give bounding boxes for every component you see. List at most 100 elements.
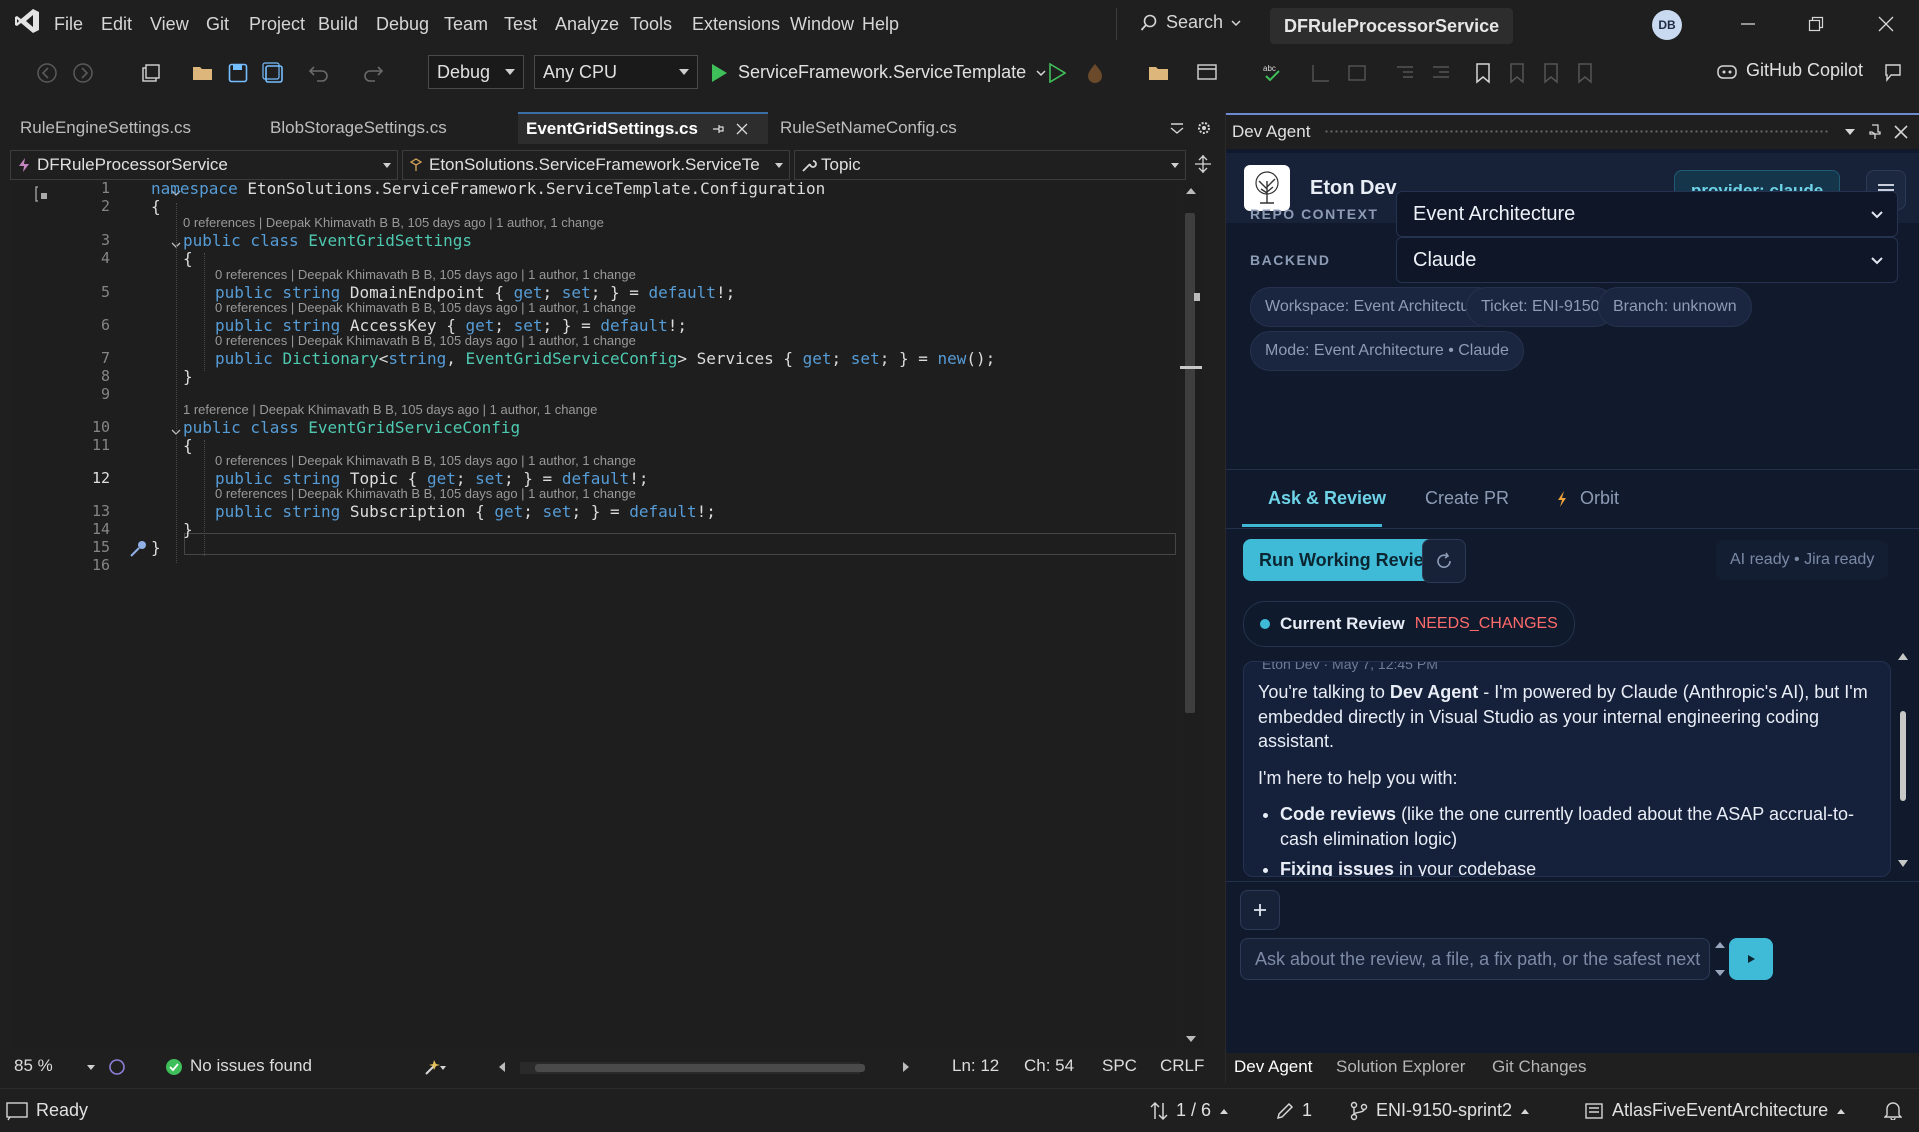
scroll-right-icon[interactable] (902, 1061, 910, 1073)
user-avatar[interactable]: DB (1652, 10, 1682, 40)
save-all-icon[interactable] (260, 60, 286, 86)
tab-rule-set-name-config[interactable]: RuleSetNameConfig.cs (772, 112, 1022, 144)
menu-project[interactable]: Project (249, 14, 305, 35)
codelens[interactable]: 0 references | Deepak Khimavath B B, 105… (215, 486, 636, 501)
save-icon[interactable] (225, 60, 251, 86)
scrollbar-thumb[interactable] (535, 1064, 865, 1072)
drag-handle[interactable] (1324, 129, 1830, 135)
menu-window[interactable]: Window (790, 14, 854, 35)
line-ending-indicator[interactable]: CRLF (1160, 1056, 1204, 1076)
zoom-level[interactable]: 85 % (14, 1056, 53, 1076)
column-indicator[interactable]: Ch: 54 (1024, 1056, 1074, 1076)
branch-selector[interactable]: ENI-9150-sprint2 (1350, 1100, 1530, 1121)
notifications-bell-icon[interactable] (1884, 1100, 1902, 1120)
platform-select[interactable]: Any CPU (534, 55, 698, 89)
codelens[interactable]: 0 references | Deepak Khimavath B B, 105… (215, 300, 636, 315)
menu-file[interactable]: File (54, 14, 83, 35)
pin-icon[interactable] (712, 123, 724, 135)
tab-dev-agent[interactable]: Dev Agent (1234, 1057, 1312, 1077)
scroll-down-icon[interactable] (1185, 1035, 1197, 1043)
pending-edits[interactable]: 1 (1276, 1100, 1312, 1121)
menu-view[interactable]: View (150, 14, 189, 35)
close-window-icon[interactable] (1874, 12, 1898, 36)
tab-rule-engine-settings[interactable]: RuleEngineSettings.cs (12, 112, 262, 144)
pin-icon[interactable] (1868, 124, 1882, 140)
menu-tools[interactable]: Tools (630, 14, 672, 35)
previous-bookmark-icon[interactable] (1504, 60, 1530, 86)
navigate-forward-icon[interactable] (70, 60, 96, 86)
next-bookmark-icon[interactable] (1538, 60, 1564, 86)
codelens[interactable]: 0 references | Deepak Khimavath B B, 105… (215, 333, 636, 348)
undo-icon[interactable] (306, 60, 332, 86)
start-debugging-button[interactable]: ServiceFramework.ServiceTemplate (710, 62, 1046, 83)
restore-icon[interactable] (1804, 12, 1828, 36)
project-dropdown[interactable]: DFRuleProcessorService (10, 150, 398, 180)
minimize-icon[interactable] (1736, 12, 1760, 36)
tab-blob-storage-settings[interactable]: BlobStorageSettings.cs (262, 112, 518, 144)
editor-vertical-scrollbar[interactable] (1180, 183, 1202, 1048)
ai-assist-icon[interactable] (108, 1058, 126, 1076)
add-attachment-button[interactable] (1240, 890, 1280, 930)
github-copilot-button[interactable]: GitHub Copilot (1716, 60, 1863, 81)
tab-overflow-icon[interactable] (1170, 122, 1184, 134)
codelens[interactable]: 1 reference | Deepak Khimavath B B, 105 … (183, 402, 597, 417)
start-without-debugging-icon[interactable] (1044, 60, 1070, 86)
configuration-select[interactable]: Debug (428, 55, 524, 89)
whitespace-indicator[interactable]: SPC (1102, 1056, 1137, 1076)
codelens[interactable]: 0 references | Deepak Khimavath B B, 105… (183, 215, 604, 230)
codelens[interactable]: 0 references | Deepak Khimavath B B, 105… (215, 267, 636, 282)
repo-context-select[interactable]: Event Architecture (1396, 191, 1898, 237)
code-editor[interactable]: 1 2 3 4 5 6 7 8 9 10 11 12 13 14 15 16 n… (10, 179, 1178, 1048)
type-dropdown[interactable]: EtonSolutions.ServiceFramework.ServiceTe (402, 150, 790, 180)
close-panel-icon[interactable] (1894, 125, 1908, 139)
outline-icon[interactable] (1308, 60, 1334, 86)
menu-analyze[interactable]: Analyze (555, 14, 619, 35)
hot-reload-icon[interactable] (1082, 60, 1108, 86)
navigation-counter[interactable]: 1 / 6 (1150, 1100, 1229, 1121)
scrollbar-thumb[interactable] (1900, 711, 1906, 801)
tab-ask-review[interactable]: Ask & Review (1268, 488, 1386, 509)
scrollbar-thumb[interactable] (1185, 213, 1195, 713)
close-tab-icon[interactable] (736, 123, 748, 135)
menu-team[interactable]: Team (444, 14, 488, 35)
tab-create-pr[interactable]: Create PR (1425, 488, 1509, 509)
menu-extensions[interactable]: Extensions (692, 14, 780, 35)
code-cleanup-icon[interactable] (424, 1058, 446, 1076)
feedback-icon[interactable] (1880, 60, 1906, 86)
decrease-indent-icon[interactable] (1392, 60, 1418, 86)
comment-icon[interactable] (1344, 60, 1370, 86)
editor-horizontal-scrollbar[interactable] (520, 1062, 865, 1074)
member-dropdown[interactable]: Topic (794, 150, 1186, 180)
folder-view-icon[interactable] (1146, 60, 1172, 86)
settings-gear-icon[interactable] (1196, 120, 1212, 136)
chevron-down-icon[interactable] (86, 1064, 96, 1072)
panel-options-icon[interactable] (1844, 127, 1856, 137)
menu-edit[interactable]: Edit (101, 14, 132, 35)
new-project-icon[interactable] (138, 60, 164, 86)
split-editor-icon[interactable] (1194, 154, 1212, 174)
open-folder-icon[interactable] (190, 60, 216, 86)
redo-icon[interactable] (360, 60, 386, 86)
search-box[interactable]: Search (1140, 12, 1241, 33)
ready-status[interactable]: Ready (6, 1100, 88, 1121)
line-indicator[interactable]: Ln: 12 (952, 1056, 999, 1076)
chat-input[interactable]: Ask about the review, a file, a fix path… (1240, 938, 1710, 980)
visual-studio-logo-icon[interactable] (14, 8, 40, 34)
navigate-back-icon[interactable] (34, 60, 60, 86)
bookmark-icon[interactable] (1470, 60, 1496, 86)
menu-test[interactable]: Test (504, 14, 537, 35)
tab-solution-explorer[interactable]: Solution Explorer (1336, 1057, 1465, 1077)
menu-build[interactable]: Build (318, 14, 358, 35)
issues-status[interactable]: No issues found (190, 1056, 312, 1076)
chat-scrollbar[interactable] (1896, 651, 1910, 873)
repository-selector[interactable]: AtlasFiveEventArchitecture (1584, 1100, 1846, 1121)
scroll-up-icon[interactable] (1185, 187, 1197, 195)
send-button[interactable] (1729, 938, 1773, 980)
increase-indent-icon[interactable] (1428, 60, 1454, 86)
scroll-up-icon[interactable] (1897, 651, 1909, 661)
menu-debug[interactable]: Debug (376, 14, 429, 35)
codelens[interactable]: 0 references | Deepak Khimavath B B, 105… (215, 453, 636, 468)
scroll-left-icon[interactable] (498, 1061, 506, 1073)
input-scroll-icon[interactable] (1714, 940, 1726, 978)
menu-git[interactable]: Git (206, 14, 229, 35)
